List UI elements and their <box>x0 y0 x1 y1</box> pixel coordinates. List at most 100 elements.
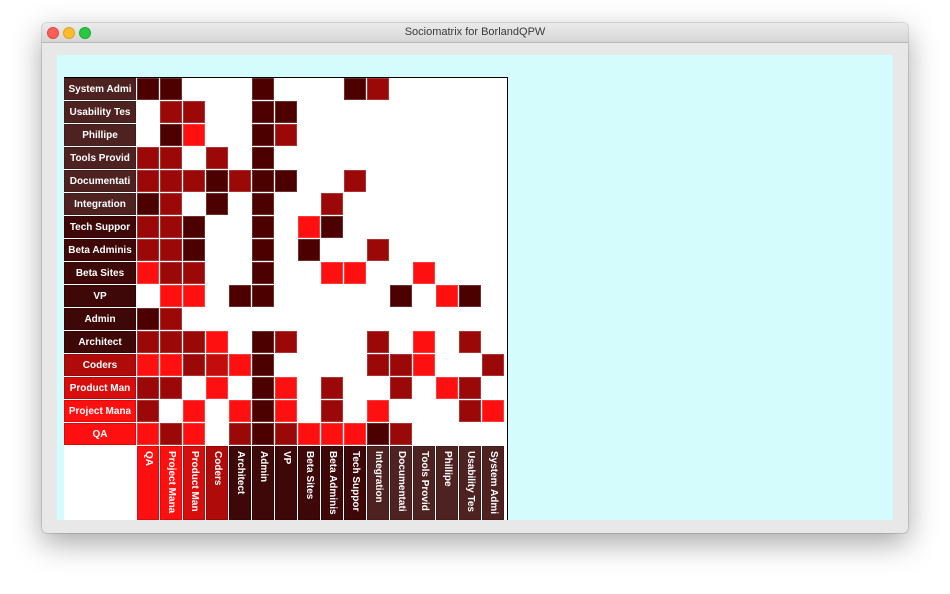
matrix-cell[interactable] <box>459 285 481 307</box>
matrix-cell[interactable] <box>229 170 251 192</box>
matrix-cell[interactable] <box>275 331 297 353</box>
matrix-cell[interactable] <box>436 285 458 307</box>
row-label[interactable]: Project Mana <box>64 400 136 422</box>
matrix-cell[interactable] <box>183 285 205 307</box>
matrix-cell[interactable] <box>321 262 343 284</box>
matrix-cell[interactable] <box>160 124 182 146</box>
matrix-cell[interactable] <box>229 354 251 376</box>
column-label[interactable]: Project Mana <box>160 446 182 520</box>
matrix-cell[interactable] <box>344 170 366 192</box>
row-label[interactable]: Integration <box>64 193 136 215</box>
matrix-cell[interactable] <box>160 423 182 445</box>
column-label[interactable]: Integration <box>367 446 389 520</box>
column-label[interactable]: System Admi <box>482 446 504 520</box>
matrix-cell[interactable] <box>390 354 412 376</box>
matrix-cell[interactable] <box>344 423 366 445</box>
row-label[interactable]: VP <box>64 285 136 307</box>
matrix-cell[interactable] <box>252 354 274 376</box>
matrix-cell[interactable] <box>160 216 182 238</box>
matrix-cell[interactable] <box>275 423 297 445</box>
matrix-cell[interactable] <box>206 377 228 399</box>
matrix-cell[interactable] <box>183 262 205 284</box>
matrix-cell[interactable] <box>252 331 274 353</box>
row-label[interactable]: Admin <box>64 308 136 330</box>
row-label[interactable]: Usability Tes <box>64 101 136 123</box>
matrix-cell[interactable] <box>390 377 412 399</box>
matrix-cell[interactable] <box>390 285 412 307</box>
matrix-cell[interactable] <box>183 124 205 146</box>
matrix-cell[interactable] <box>413 354 435 376</box>
column-label[interactable]: Beta Sites <box>298 446 320 520</box>
row-label[interactable]: QA <box>64 423 136 445</box>
matrix-cell[interactable] <box>206 331 228 353</box>
column-label[interactable]: Beta Adminis <box>321 446 343 520</box>
row-label[interactable]: Architect <box>64 331 136 353</box>
matrix-cell[interactable] <box>252 262 274 284</box>
matrix-cell[interactable] <box>183 331 205 353</box>
matrix-cell[interactable] <box>413 331 435 353</box>
row-label[interactable]: Tools Provid <box>64 147 136 169</box>
matrix-cell[interactable] <box>160 377 182 399</box>
column-label[interactable]: Product Man <box>183 446 205 520</box>
matrix-cell[interactable] <box>206 193 228 215</box>
matrix-cell[interactable] <box>321 216 343 238</box>
matrix-cell[interactable] <box>252 377 274 399</box>
matrix-cell[interactable] <box>229 400 251 422</box>
column-label[interactable]: Coders <box>206 446 228 520</box>
matrix-cell[interactable] <box>344 78 366 100</box>
matrix-cell[interactable] <box>390 423 412 445</box>
matrix-cell[interactable] <box>298 239 320 261</box>
matrix-cell[interactable] <box>137 331 159 353</box>
matrix-cell[interactable] <box>137 170 159 192</box>
matrix-cell[interactable] <box>459 377 481 399</box>
matrix-cell[interactable] <box>252 216 274 238</box>
column-label[interactable]: Tech Suppor <box>344 446 366 520</box>
matrix-cell[interactable] <box>252 285 274 307</box>
column-label[interactable]: QA <box>137 446 159 520</box>
matrix-cell[interactable] <box>275 400 297 422</box>
matrix-cell[interactable] <box>160 101 182 123</box>
matrix-cell[interactable] <box>321 423 343 445</box>
column-label[interactable]: Admin <box>252 446 274 520</box>
matrix-cell[interactable] <box>160 147 182 169</box>
matrix-cell[interactable] <box>367 354 389 376</box>
matrix-cell[interactable] <box>252 147 274 169</box>
matrix-cell[interactable] <box>275 377 297 399</box>
matrix-cell[interactable] <box>482 400 504 422</box>
matrix-cell[interactable] <box>206 354 228 376</box>
matrix-cell[interactable] <box>137 262 159 284</box>
matrix-cell[interactable] <box>137 377 159 399</box>
matrix-cell[interactable] <box>321 193 343 215</box>
matrix-cell[interactable] <box>252 78 274 100</box>
matrix-cell[interactable] <box>137 239 159 261</box>
matrix-cell[interactable] <box>183 423 205 445</box>
matrix-cell[interactable] <box>252 124 274 146</box>
row-label[interactable]: System Admi <box>64 78 136 100</box>
matrix-cell[interactable] <box>367 423 389 445</box>
matrix-cell[interactable] <box>137 308 159 330</box>
matrix-cell[interactable] <box>252 193 274 215</box>
row-label[interactable]: Phillipe <box>64 124 136 146</box>
matrix-cell[interactable] <box>206 170 228 192</box>
title-bar[interactable]: Sociomatrix for BorlandQPW <box>42 23 908 43</box>
matrix-cell[interactable] <box>275 124 297 146</box>
matrix-cell[interactable] <box>137 216 159 238</box>
column-label[interactable]: VP <box>275 446 297 520</box>
matrix-cell[interactable] <box>183 170 205 192</box>
row-label[interactable]: Beta Adminis <box>64 239 136 261</box>
matrix-cell[interactable] <box>367 400 389 422</box>
matrix-cell[interactable] <box>252 400 274 422</box>
matrix-cell[interactable] <box>183 354 205 376</box>
matrix-cell[interactable] <box>229 285 251 307</box>
matrix-cell[interactable] <box>252 239 274 261</box>
matrix-cell[interactable] <box>137 147 159 169</box>
matrix-cell[interactable] <box>436 377 458 399</box>
matrix-cell[interactable] <box>367 331 389 353</box>
matrix-cell[interactable] <box>252 170 274 192</box>
matrix-cell[interactable] <box>137 400 159 422</box>
matrix-cell[interactable] <box>321 400 343 422</box>
column-label[interactable]: Architect <box>229 446 251 520</box>
matrix-cell[interactable] <box>137 78 159 100</box>
matrix-cell[interactable] <box>459 331 481 353</box>
matrix-cell[interactable] <box>160 239 182 261</box>
